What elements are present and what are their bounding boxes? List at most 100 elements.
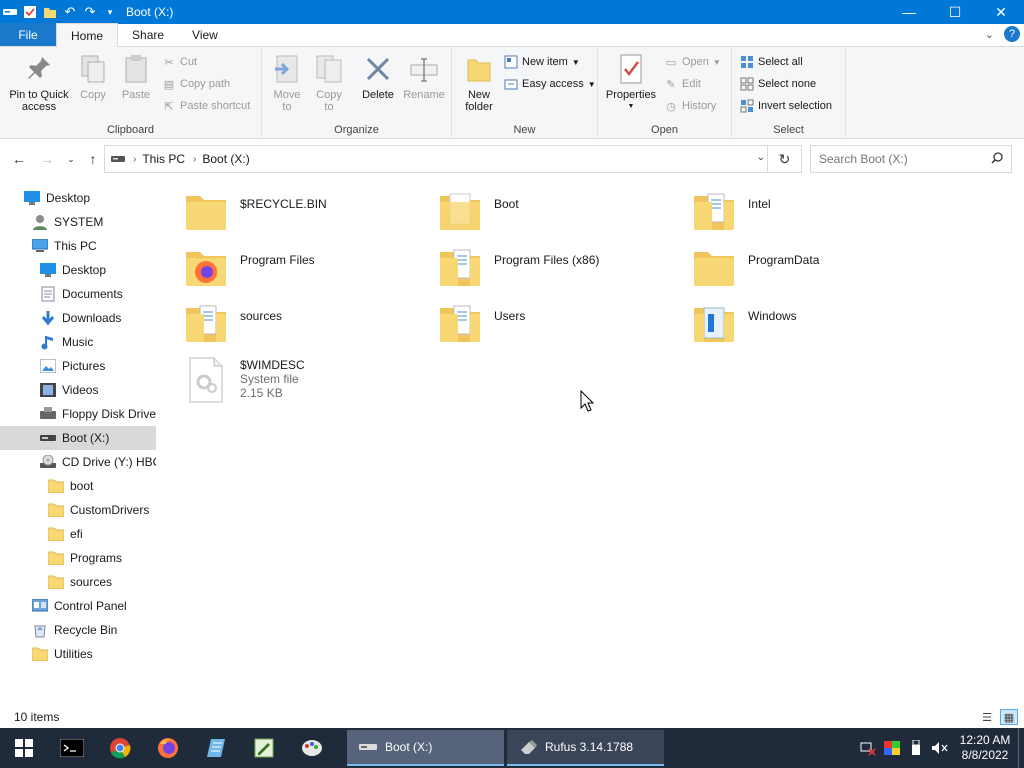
- tab-share[interactable]: Share: [118, 23, 178, 46]
- invert-selection-button[interactable]: Invert selection: [740, 99, 832, 113]
- tree-item-desktop[interactable]: Desktop: [0, 186, 156, 210]
- volume-muted-icon[interactable]: [928, 728, 952, 768]
- copy-button[interactable]: Copy: [76, 53, 110, 101]
- details-view-button[interactable]: ☰: [978, 709, 996, 725]
- taskbar-firefox[interactable]: [144, 728, 192, 768]
- tab-file[interactable]: File: [0, 23, 56, 46]
- tree-item-documents[interactable]: Documents: [0, 282, 156, 306]
- minimize-button[interactable]: —: [886, 0, 932, 24]
- tree-item-programs[interactable]: Programs: [0, 546, 156, 570]
- tree-item-this-pc[interactable]: This PC: [0, 234, 156, 258]
- start-button[interactable]: [0, 728, 48, 768]
- select-none-button[interactable]: Select none: [740, 77, 816, 91]
- tab-view[interactable]: View: [178, 23, 232, 46]
- file-item[interactable]: Intel: [690, 186, 930, 234]
- tree-item-customdrivers[interactable]: CustomDrivers: [0, 498, 156, 522]
- file-item[interactable]: Program Files: [182, 242, 422, 290]
- file-item[interactable]: Boot: [436, 186, 676, 234]
- back-button[interactable]: ←: [10, 149, 28, 169]
- close-button[interactable]: ✕: [978, 0, 1024, 24]
- customize-toolbar-icon[interactable]: ▾: [102, 4, 118, 20]
- address-dropdown-icon[interactable]: ⌄: [757, 152, 765, 163]
- usb-tray-icon[interactable]: [904, 728, 928, 768]
- new-item-button[interactable]: New item ▼: [504, 55, 580, 69]
- tree-item-boot-x[interactable]: Boot (X:): [0, 426, 156, 450]
- select-all-button[interactable]: Select all: [740, 55, 803, 69]
- tree-item-videos[interactable]: Videos: [0, 378, 156, 402]
- display-icon[interactable]: [880, 728, 904, 768]
- drive-icon[interactable]: [2, 4, 18, 20]
- cut-button[interactable]: ✂ Cut: [162, 55, 197, 69]
- move-to-button[interactable]: Move to: [268, 53, 306, 113]
- easy-access-button[interactable]: Easy access ▼: [504, 77, 596, 91]
- breadcrumb-separator[interactable]: ›: [133, 154, 136, 165]
- pin-quick-access-button[interactable]: Pin to Quick access: [6, 53, 72, 113]
- file-item[interactable]: Users: [436, 298, 676, 346]
- tree-item-pictures[interactable]: Pictures: [0, 354, 156, 378]
- properties-quick-icon[interactable]: [22, 4, 38, 20]
- large-icons-view-button[interactable]: ▦: [1000, 709, 1018, 725]
- expand-ribbon-icon[interactable]: ⌄: [985, 28, 994, 41]
- new-folder-button[interactable]: New folder: [460, 53, 498, 113]
- copy-path-button[interactable]: ▤ Copy path: [162, 77, 230, 91]
- taskbar-paint[interactable]: [288, 728, 336, 768]
- file-item[interactable]: $WIMDESC System file 2.15 KB: [182, 356, 422, 404]
- rename-button[interactable]: Rename: [402, 53, 446, 101]
- forward-button[interactable]: →: [38, 149, 56, 169]
- search-box[interactable]: [810, 145, 1012, 173]
- taskbar-window-rufus[interactable]: Rufus 3.14.1788: [507, 730, 664, 766]
- tree-item-cd-drive-y-hbc[interactable]: CD Drive (Y:) HBC: [0, 450, 156, 474]
- tree-item-sources[interactable]: sources: [0, 570, 156, 594]
- taskbar-editor[interactable]: [240, 728, 288, 768]
- history-button[interactable]: ◷ History: [664, 99, 716, 113]
- show-desktop-button[interactable]: [1018, 728, 1024, 768]
- new-folder-quick-icon[interactable]: [42, 4, 58, 20]
- file-item[interactable]: $RECYCLE.BIN: [182, 186, 422, 234]
- edit-button[interactable]: ✎ Edit: [664, 77, 701, 91]
- breadcrumb-this-pc[interactable]: This PC: [142, 152, 185, 166]
- organize-label: Organize: [334, 124, 379, 136]
- properties-button[interactable]: Properties ▼: [604, 53, 658, 113]
- redo-icon[interactable]: ↷: [82, 4, 98, 20]
- clock[interactable]: 12:20 AM 8/8/2022: [952, 733, 1018, 763]
- network-icon[interactable]: [856, 728, 880, 768]
- undo-icon[interactable]: ↶: [62, 4, 78, 20]
- taskbar-window-boot[interactable]: Boot (X:): [347, 730, 504, 766]
- up-button[interactable]: ↑: [84, 149, 102, 169]
- folder-empty-icon: [690, 242, 738, 290]
- folder-docs-icon: [436, 242, 484, 290]
- tree-item-utilities[interactable]: Utilities: [0, 642, 156, 666]
- tree-item-floppy-disk-drive[interactable]: Floppy Disk Drive: [0, 402, 156, 426]
- file-item[interactable]: ProgramData: [690, 242, 930, 290]
- recent-locations-button[interactable]: ⌄: [62, 149, 80, 169]
- tree-item-label: SYSTEM: [54, 215, 104, 229]
- paste-shortcut-button[interactable]: ⇱ Paste shortcut: [162, 99, 250, 113]
- taskbar-notepad[interactable]: [192, 728, 240, 768]
- copy-to-button[interactable]: Copy to: [310, 53, 348, 113]
- paste-button[interactable]: Paste: [118, 53, 154, 101]
- file-item[interactable]: Program Files (x86): [436, 242, 676, 290]
- taskbar-command-prompt[interactable]: [48, 728, 96, 768]
- tree-item-boot[interactable]: boot: [0, 474, 156, 498]
- breadcrumb-boot[interactable]: Boot (X:): [202, 152, 249, 166]
- tree-item-system[interactable]: SYSTEM: [0, 210, 156, 234]
- taskbar-chrome[interactable]: [96, 728, 144, 768]
- tree-item-efi[interactable]: efi: [0, 522, 156, 546]
- search-input[interactable]: [819, 152, 989, 166]
- tree-item-music[interactable]: Music: [0, 330, 156, 354]
- delete-button[interactable]: Delete: [358, 53, 398, 101]
- file-item[interactable]: sources: [182, 298, 422, 346]
- address-bar[interactable]: › This PC › Boot (X:) ⌄ ↻: [104, 145, 802, 173]
- tree-item-label: CD Drive (Y:) HBC: [62, 455, 156, 469]
- tree-item-downloads[interactable]: Downloads: [0, 306, 156, 330]
- tree-item-desktop[interactable]: Desktop: [0, 258, 156, 282]
- file-item[interactable]: Windows: [690, 298, 930, 346]
- tab-home[interactable]: Home: [56, 23, 119, 47]
- tree-item-recycle-bin[interactable]: Recycle Bin: [0, 618, 156, 642]
- refresh-button[interactable]: ↻: [767, 146, 801, 172]
- breadcrumb-separator[interactable]: ›: [193, 154, 196, 165]
- maximize-button[interactable]: ☐: [932, 0, 978, 24]
- tree-item-control-panel[interactable]: Control Panel: [0, 594, 156, 618]
- help-icon[interactable]: ?: [1004, 26, 1020, 42]
- open-button[interactable]: ▭ Open ▼: [664, 55, 721, 69]
